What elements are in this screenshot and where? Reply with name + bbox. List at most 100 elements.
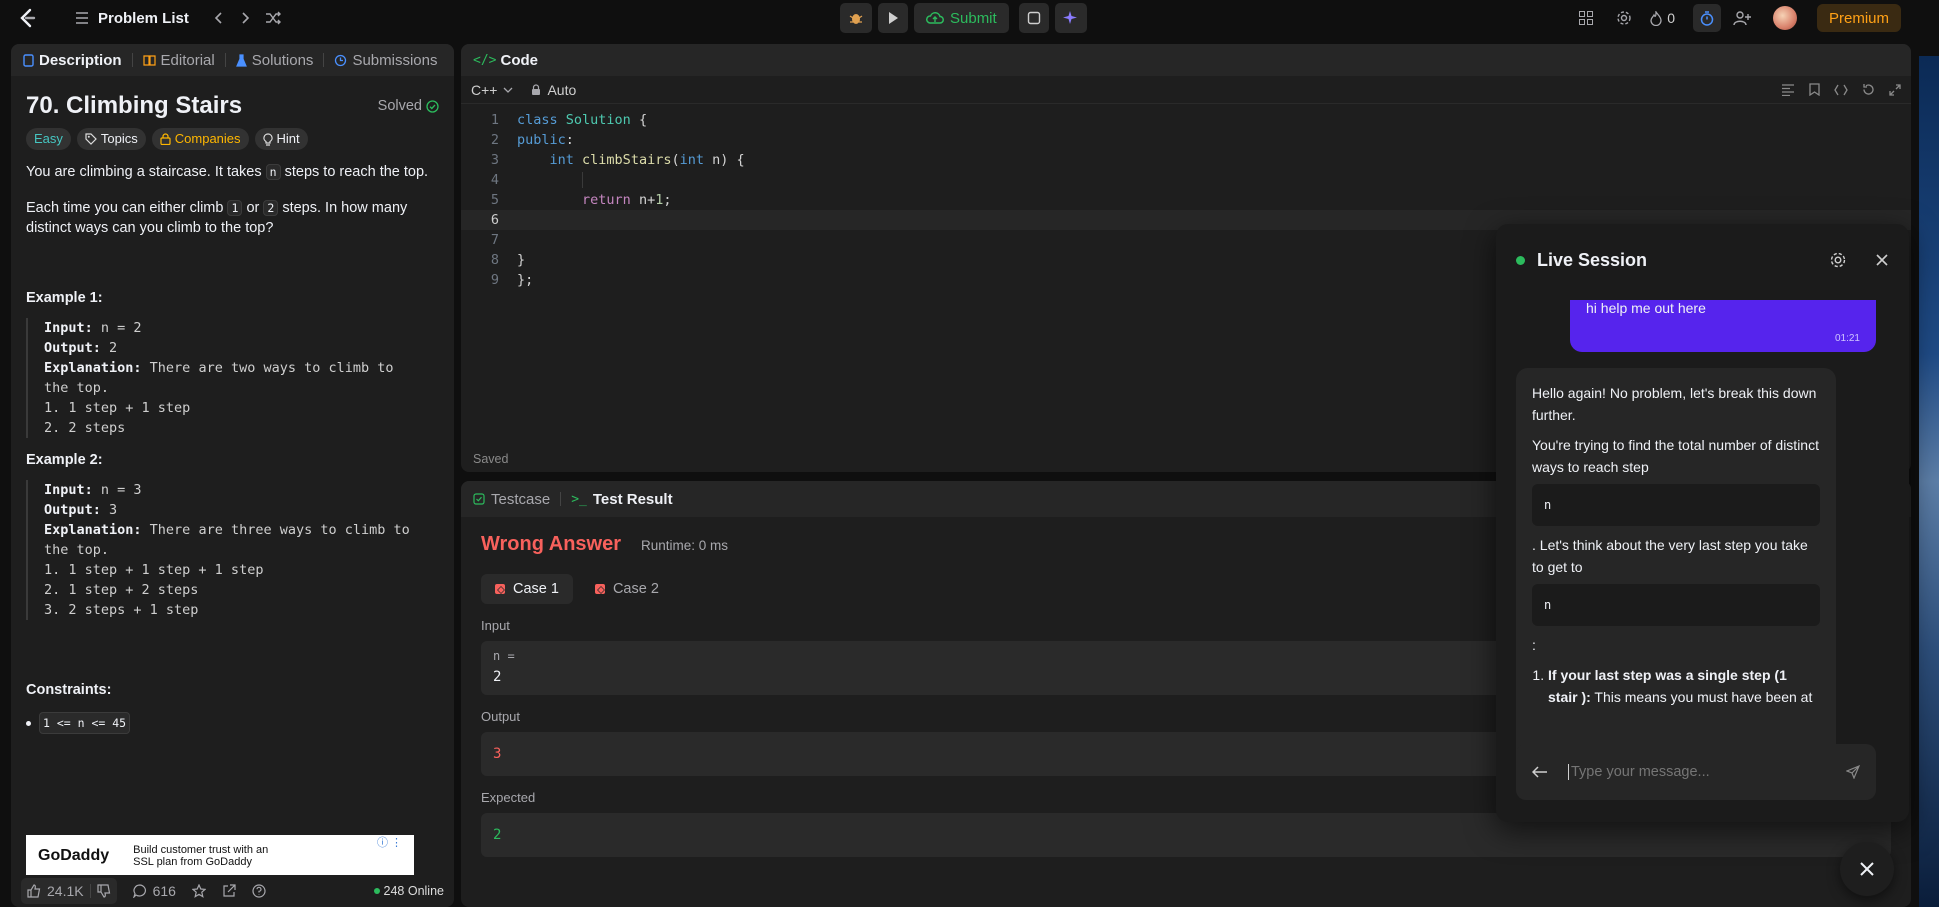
solved-label: Solved — [377, 98, 422, 114]
line-number: 3 — [490, 152, 499, 168]
line-number: 4 — [490, 172, 499, 188]
example-value: 2. 2 steps — [44, 420, 126, 436]
user-message-time: 01:21 — [1834, 333, 1860, 344]
problem-statement-1: You are climbing a staircase. It takes n… — [26, 162, 439, 182]
next-problem-icon[interactable] — [239, 11, 251, 25]
help-icon[interactable] — [252, 884, 266, 898]
case-2-label: Case 2 — [612, 581, 659, 597]
tab-testcase[interactable]: Testcase — [473, 491, 550, 508]
star-icon[interactable] — [191, 884, 206, 898]
ad-info-icon[interactable]: ⓘ ⋮ — [377, 837, 402, 849]
bookmark-icon[interactable] — [1809, 83, 1820, 96]
close-icon[interactable] — [1875, 251, 1889, 269]
assistant-list-item: If your last step was a single step (1 s… — [1548, 664, 1820, 708]
tab-submissions[interactable]: Submissions — [334, 52, 437, 69]
share-icon[interactable] — [222, 884, 236, 898]
line-number: 8 — [490, 252, 499, 268]
example-label: Explanation: — [44, 522, 142, 538]
format-icon[interactable] — [1781, 83, 1795, 96]
message-input[interactable] — [1568, 764, 1826, 780]
comment-count: 616 — [152, 883, 176, 899]
problem-list-icon[interactable] — [74, 10, 90, 26]
example-value: 2 — [100, 340, 118, 356]
like-count: 24.1K — [47, 883, 84, 899]
leetcode-logo-icon[interactable] — [18, 8, 36, 28]
tab-description[interactable]: Description — [23, 52, 122, 69]
assistant-list: If your last step was a single step (1 s… — [1532, 664, 1820, 708]
description-tabs: Description Editorial Solutions Submissi… — [11, 44, 454, 76]
notes-button[interactable] — [1018, 3, 1049, 33]
example-value: n = 2 — [92, 320, 142, 336]
case-1-tab[interactable]: Case 1 — [481, 574, 573, 604]
example-label: Input: — [44, 320, 93, 336]
online-count: 248 Online — [373, 884, 444, 898]
hint-label: Hint — [276, 131, 300, 146]
tab-test-result[interactable]: >_ Test Result — [571, 491, 672, 508]
thumbs-down-icon[interactable] — [96, 884, 111, 898]
constraint-item: 1 <= n <= 45 — [26, 712, 439, 734]
case-1-label: Case 1 — [513, 581, 559, 597]
example-value: There are two ways to climb to — [141, 360, 394, 376]
layout-icon[interactable] — [1578, 10, 1594, 26]
ad-text: Build customer trust with an SSL plan fr… — [133, 844, 269, 868]
example-value: 1. 1 step + 1 step + 1 step — [44, 562, 264, 578]
constraints-title: Constraints: — [26, 682, 112, 698]
topics-tag[interactable]: Topics — [76, 128, 146, 150]
line-number: 5 — [490, 192, 499, 208]
example-2-block: Input: n = 3 Output: 3 Explanation: Ther… — [26, 480, 439, 620]
debug-button[interactable] — [840, 3, 872, 33]
streak-counter[interactable]: 0 — [1650, 10, 1675, 26]
add-friend-icon[interactable] — [1733, 10, 1751, 26]
user-message: hi help me out here 01:21 — [1570, 300, 1876, 352]
back-arrow-icon[interactable] — [1532, 766, 1548, 778]
thumbs-up-icon[interactable] — [27, 884, 41, 898]
code-text: }; — [517, 272, 534, 288]
divider — [89, 884, 91, 898]
lightbulb-icon — [262, 132, 273, 146]
prev-problem-icon[interactable] — [213, 11, 225, 25]
example-value: the top. — [44, 380, 110, 396]
example-value: the top. — [44, 542, 110, 558]
code-text — [499, 170, 584, 190]
tab-editorial[interactable]: Editorial — [142, 52, 215, 69]
shuffle-icon[interactable] — [265, 11, 281, 25]
gear-icon[interactable] — [1829, 251, 1847, 269]
code-line: 3 int climbStairs(int n) { — [461, 150, 1911, 170]
live-status-dot — [1516, 255, 1525, 265]
tab-solutions[interactable]: Solutions — [235, 52, 313, 69]
description-body: 70. Climbing Stairs Solved Easy Topics C… — [11, 94, 454, 734]
tab-divider — [224, 53, 226, 67]
run-button[interactable] — [878, 3, 908, 33]
premium-button[interactable]: Premium — [1816, 4, 1901, 32]
comments-button[interactable]: 616 — [132, 883, 176, 899]
avatar[interactable] — [1772, 6, 1797, 30]
reset-icon[interactable] — [1862, 83, 1875, 96]
desktop-wallpaper — [1919, 56, 1939, 907]
timer-button[interactable] — [1692, 4, 1721, 32]
advertisement[interactable]: GoDaddy Build customer trust with an SSL… — [26, 835, 414, 877]
ai-assist-button[interactable] — [1054, 3, 1087, 33]
gear-icon[interactable] — [1616, 10, 1632, 26]
tab-divider — [560, 492, 562, 506]
play-icon — [886, 11, 900, 25]
auto-mode[interactable]: Auto — [531, 82, 576, 98]
description-panel: Description Editorial Solutions Submissi… — [11, 44, 454, 907]
brackets-icon[interactable] — [1834, 83, 1848, 96]
submit-button[interactable]: Submit — [914, 3, 1009, 33]
lock-icon — [160, 133, 171, 145]
fail-icon — [495, 584, 505, 594]
problem-statement-2: Each time you can either climb 1 or 2 st… — [26, 198, 439, 238]
language-select[interactable]: C++ — [471, 82, 513, 98]
close-chat-button[interactable] — [1840, 842, 1894, 896]
companies-tag[interactable]: Companies — [151, 128, 249, 150]
send-icon[interactable] — [1846, 765, 1860, 779]
problem-list-link[interactable]: Problem List — [98, 10, 189, 27]
case-2-tab[interactable]: Case 2 — [581, 574, 673, 604]
expand-icon[interactable] — [1889, 83, 1901, 96]
description-footer: 24.1K 616 248 Online — [11, 875, 454, 907]
flask-icon — [235, 53, 247, 67]
statement-text: or — [242, 200, 264, 216]
example-label: Explanation: — [44, 360, 142, 376]
code-title: Code — [500, 51, 538, 69]
hint-tag[interactable]: Hint — [254, 128, 308, 150]
